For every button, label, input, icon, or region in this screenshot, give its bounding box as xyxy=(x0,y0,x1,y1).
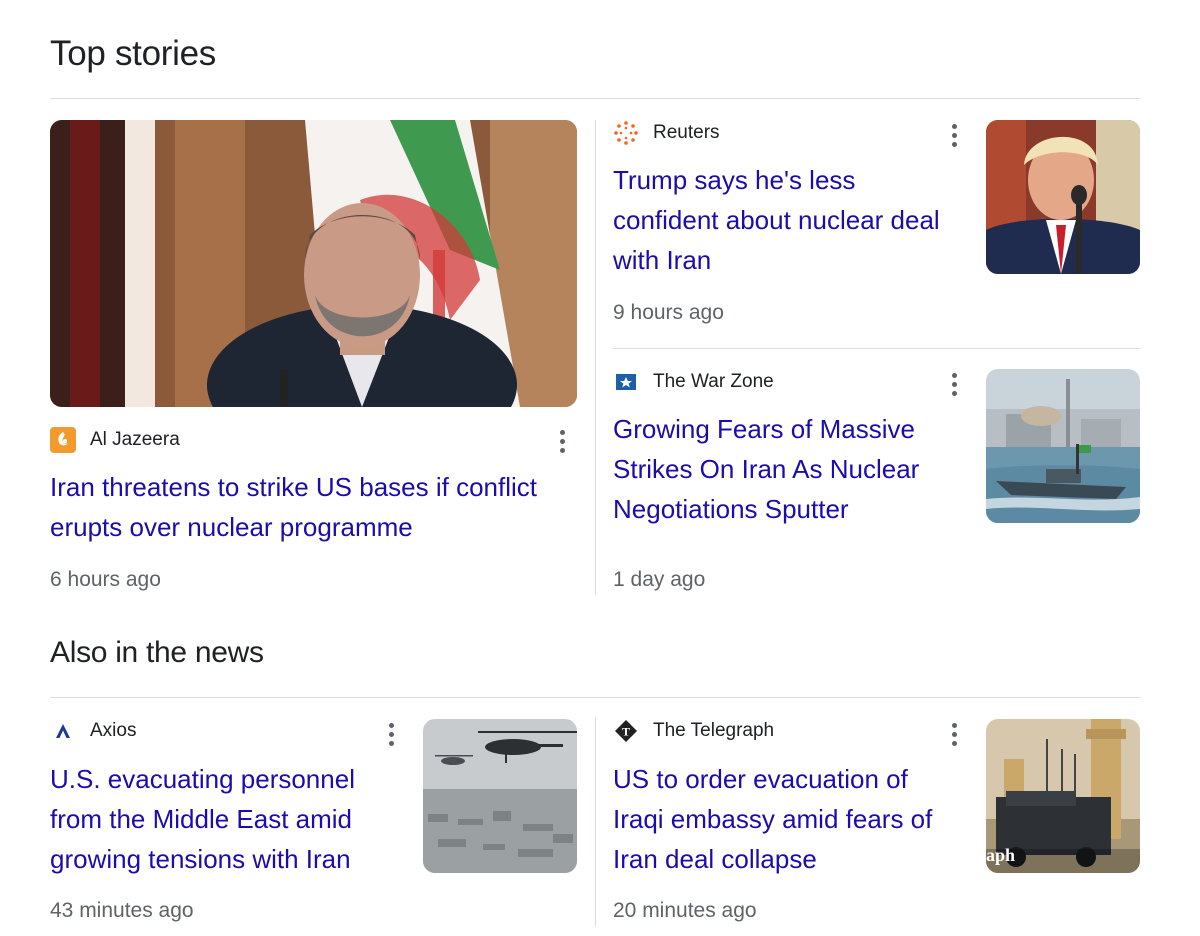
column-divider xyxy=(595,120,596,595)
news-story-image[interactable]: aph xyxy=(986,719,1140,873)
main-story-image[interactable] xyxy=(50,120,577,407)
side-story-source: Reuters xyxy=(613,119,720,147)
also-in-news-divider xyxy=(50,697,1140,698)
news-story-time: 20 minutes ago xyxy=(613,899,757,922)
news-story-image[interactable] xyxy=(423,719,577,873)
more-vert-icon[interactable] xyxy=(379,720,403,748)
main-story-source: Al Jazeera xyxy=(50,426,180,454)
source-name: Reuters xyxy=(653,122,720,143)
side-story-source: The War Zone xyxy=(613,368,774,396)
top-stories-divider xyxy=(50,98,1140,99)
top-stories-title: Top stories xyxy=(50,34,216,73)
side-story-image[interactable] xyxy=(986,120,1140,274)
side-story-time: 1 day ago xyxy=(613,568,706,591)
reuters-logo-icon xyxy=(613,120,639,146)
image-overlay-text: aph xyxy=(986,845,1016,865)
more-vert-icon[interactable] xyxy=(942,370,966,398)
more-vert-icon[interactable] xyxy=(942,720,966,748)
svg-text:T: T xyxy=(622,725,630,739)
source-name: Axios xyxy=(90,720,137,741)
warzone-logo-icon xyxy=(613,369,639,395)
news-story-source: T The Telegraph xyxy=(613,717,774,745)
source-name: Al Jazeera xyxy=(90,429,180,450)
also-in-news-title: Also in the news xyxy=(50,636,264,669)
news-story-headline[interactable]: U.S. evacuating personnel from the Middl… xyxy=(50,759,395,879)
source-name: The War Zone xyxy=(653,371,774,392)
column-divider xyxy=(595,717,596,927)
axios-logo-icon xyxy=(50,718,76,744)
more-vert-icon[interactable] xyxy=(550,427,574,455)
news-story-headline[interactable]: US to order evacuation of Iraqi embassy … xyxy=(613,759,958,879)
telegraph-logo-icon: T xyxy=(613,718,639,744)
side-story-time: 9 hours ago xyxy=(613,301,724,324)
source-name: The Telegraph xyxy=(653,720,775,741)
side-story-headline[interactable]: Trump says he's less confident about nuc… xyxy=(613,160,968,280)
more-vert-icon[interactable] xyxy=(942,121,966,149)
main-story-headline[interactable]: Iran threatens to strike US bases if con… xyxy=(50,467,570,547)
news-story-time: 43 minutes ago xyxy=(50,899,194,922)
main-story-time: 6 hours ago xyxy=(50,568,161,591)
side-story-divider xyxy=(613,348,1140,349)
aljazeera-logo-icon xyxy=(50,427,76,453)
side-story-image[interactable] xyxy=(986,369,1140,523)
news-story-source: Axios xyxy=(50,717,136,745)
side-story-headline[interactable]: Growing Fears of Massive Strikes On Iran… xyxy=(613,409,968,529)
